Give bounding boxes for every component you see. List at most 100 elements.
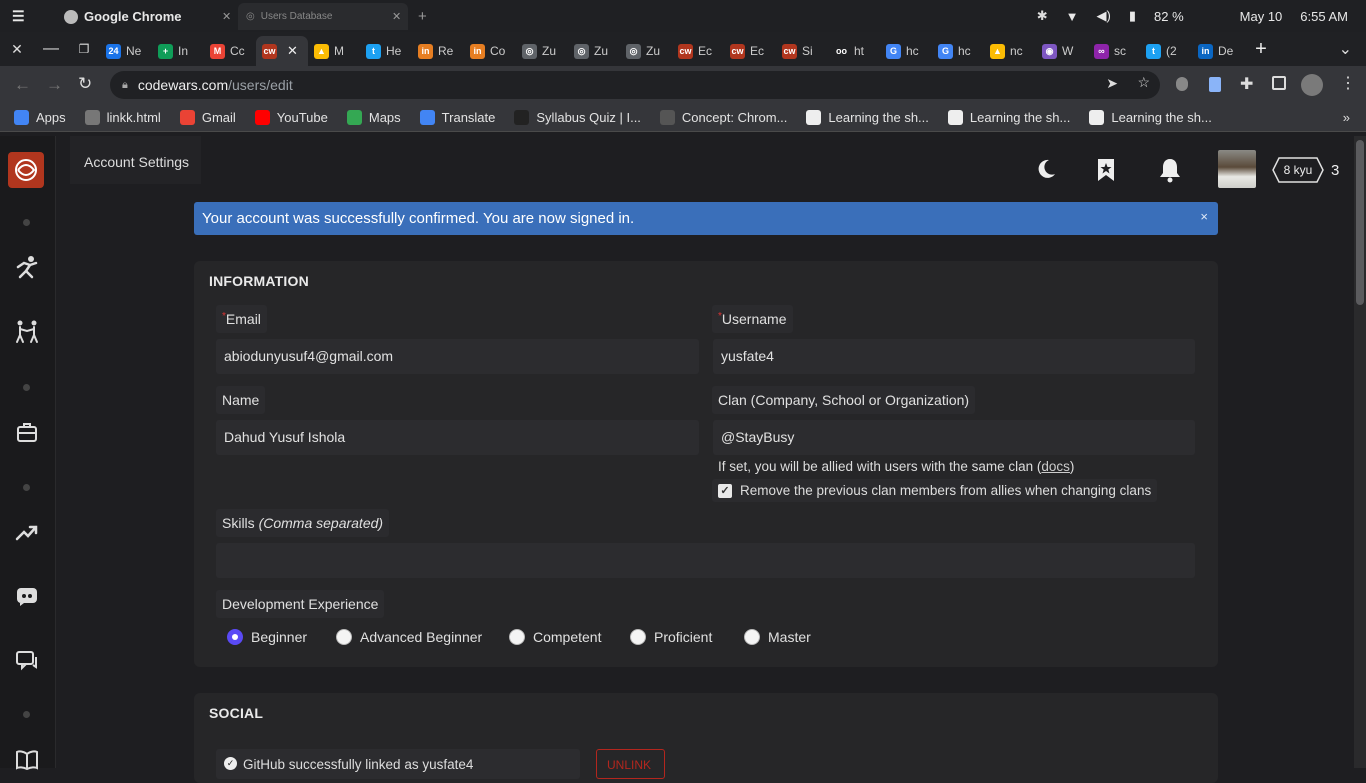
dev-experience-option[interactable]: Master bbox=[744, 629, 811, 645]
browser-tab[interactable]: ▲ nc bbox=[984, 36, 1036, 66]
bookmark-item[interactable]: Learning the sh... bbox=[947, 110, 1070, 125]
bookmark-item[interactable]: Gmail bbox=[179, 110, 236, 125]
bookmark-star-icon[interactable]: ☆ bbox=[1137, 74, 1150, 91]
app-indicator-icon[interactable]: ✱ bbox=[1037, 8, 1048, 24]
browser-tab[interactable]: t He bbox=[360, 36, 412, 66]
forward-button[interactable]: → bbox=[46, 75, 63, 95]
browser-tab[interactable]: cw Si bbox=[776, 36, 828, 66]
minimize-icon[interactable]: — bbox=[34, 40, 68, 58]
browser-tab[interactable]: Ghc bbox=[932, 36, 984, 66]
briefcase-icon[interactable] bbox=[13, 418, 41, 446]
bookmark-item[interactable]: Learning the sh... bbox=[1089, 110, 1212, 125]
side-panel-icon[interactable] bbox=[1272, 76, 1286, 90]
bookmarks-button[interactable] bbox=[1097, 158, 1115, 182]
remove-allies-option[interactable]: ✓ Remove the previous clan members from … bbox=[712, 479, 1158, 502]
close-tab-icon[interactable]: ✕ bbox=[287, 43, 298, 59]
clan-field[interactable]: @StayBusy bbox=[713, 420, 1195, 455]
dark-mode-toggle[interactable] bbox=[1035, 158, 1057, 180]
new-window-icon[interactable]: + bbox=[418, 8, 427, 25]
new-tab-button[interactable]: + bbox=[1244, 38, 1278, 61]
bookmark-item[interactable]: YouTube bbox=[254, 110, 328, 125]
name-field[interactable]: Dahud Yusuf Ishola bbox=[216, 420, 699, 455]
discord-icon[interactable] bbox=[13, 583, 41, 611]
back-button[interactable]: ← bbox=[14, 75, 31, 95]
browser-tab[interactable]: 24 Ne bbox=[100, 36, 152, 66]
bookmark-item[interactable]: Apps bbox=[14, 110, 66, 125]
send-icon[interactable]: ➤ bbox=[1106, 75, 1118, 92]
browser-tab[interactable]: in Co bbox=[464, 36, 516, 66]
dev-experience-option[interactable]: Advanced Beginner bbox=[336, 629, 482, 645]
puzzle-icon[interactable]: ✚ bbox=[1240, 74, 1253, 94]
radio-button[interactable] bbox=[509, 629, 525, 645]
browser-tab[interactable]: in Re bbox=[412, 36, 464, 66]
close-window-icon[interactable]: ✕ bbox=[222, 10, 231, 23]
bookmark-item[interactable]: Translate bbox=[419, 110, 495, 125]
information-section: INFORMATION *Email abiodunyusuf4@gmail.c… bbox=[194, 261, 1218, 667]
browser-tab[interactable]: + In bbox=[152, 36, 204, 66]
app-menu[interactable]: ☰ bbox=[12, 8, 25, 25]
radio-button[interactable] bbox=[227, 629, 243, 645]
wifi-icon[interactable]: ▼ bbox=[1066, 9, 1079, 24]
profile-avatar[interactable] bbox=[1301, 74, 1323, 96]
tab-title: Cc bbox=[230, 44, 245, 58]
browser-tab[interactable]: oo ht bbox=[828, 36, 880, 66]
bookmark-item[interactable]: Concept: Chrom... bbox=[659, 110, 787, 125]
user-avatar[interactable] bbox=[1218, 150, 1256, 188]
radio-button[interactable] bbox=[744, 629, 760, 645]
close-banner-button[interactable]: × bbox=[1200, 209, 1208, 224]
reload-button[interactable]: ↻ bbox=[78, 74, 92, 94]
battery-icon[interactable]: ▮ bbox=[1129, 8, 1136, 24]
browser-tab[interactable]: ◎ Zu bbox=[620, 36, 672, 66]
browser-tab[interactable]: ◎ Zu bbox=[516, 36, 568, 66]
bookmark-item[interactable]: Maps bbox=[346, 110, 401, 125]
tab-favicon-icon: G bbox=[886, 43, 901, 59]
bookmark-item[interactable]: Learning the sh... bbox=[806, 110, 929, 125]
docs-link[interactable]: docs bbox=[1041, 459, 1070, 474]
bookmark-favicon-icon bbox=[947, 110, 963, 125]
dev-experience-option[interactable]: Competent bbox=[509, 629, 601, 645]
browser-tab[interactable]: cw Ec bbox=[672, 36, 724, 66]
browser-tab[interactable]: Ghc bbox=[880, 36, 932, 66]
extension-icon[interactable] bbox=[1209, 77, 1221, 92]
bookmark-item[interactable]: linkk.html bbox=[84, 110, 161, 125]
remove-allies-checkbox[interactable]: ✓ bbox=[718, 483, 732, 498]
rank-badge[interactable]: 8 kyu bbox=[1272, 157, 1324, 183]
practice-icon[interactable] bbox=[13, 254, 41, 282]
browser-tab[interactable]: cw Ec bbox=[724, 36, 776, 66]
browser-tab[interactable]: ▲ M bbox=[308, 36, 360, 66]
dev-experience-option[interactable]: Proficient bbox=[630, 629, 712, 645]
browser-tab[interactable]: ∞ sc bbox=[1088, 36, 1140, 66]
scrollbar-thumb[interactable] bbox=[1356, 140, 1364, 305]
discussions-icon[interactable] bbox=[13, 647, 41, 675]
address-bar[interactable]: 🔒︎ codewars.com/users/edit ➤ ☆ bbox=[110, 71, 1160, 99]
unlink-github-button[interactable]: UNLINK bbox=[596, 749, 665, 779]
email-field[interactable]: abiodunyusuf4@gmail.com bbox=[216, 339, 699, 374]
leaderboard-trend-icon[interactable] bbox=[13, 519, 41, 547]
browser-tab[interactable]: t (2 bbox=[1140, 36, 1192, 66]
radio-button[interactable] bbox=[630, 629, 646, 645]
skills-field[interactable] bbox=[216, 543, 1195, 578]
dev-experience-option[interactable]: Beginner bbox=[227, 629, 307, 645]
kebab-menu-icon[interactable]: ⋮ bbox=[1340, 73, 1356, 93]
tab-search-icon[interactable]: ⌄ bbox=[1339, 39, 1352, 59]
close-window-icon[interactable]: ✕ bbox=[0, 41, 34, 58]
username-field[interactable]: yusfate4 bbox=[713, 339, 1195, 374]
browser-tab[interactable]: cw ✕ bbox=[256, 36, 308, 66]
docs-book-icon[interactable] bbox=[13, 746, 41, 774]
codewars-logo[interactable] bbox=[8, 152, 44, 188]
browser-tab[interactable]: in De bbox=[1192, 36, 1244, 66]
browser-tab[interactable]: ◎ Zu bbox=[568, 36, 620, 66]
notifications-button[interactable] bbox=[1158, 157, 1182, 183]
volume-icon[interactable]: ◀) bbox=[1097, 8, 1111, 24]
bookmark-item[interactable]: Syllabus Quiz | I... bbox=[514, 110, 641, 125]
kumite-icon[interactable] bbox=[13, 318, 41, 346]
restore-icon[interactable]: ❐ bbox=[68, 42, 100, 56]
browser-tab[interactable]: M Cc bbox=[204, 36, 256, 66]
extension-icon[interactable] bbox=[1176, 77, 1188, 91]
window-chrome[interactable]: Google Chrome bbox=[56, 3, 236, 30]
more-bookmarks-icon[interactable]: » bbox=[1343, 110, 1350, 125]
radio-button[interactable] bbox=[336, 629, 352, 645]
window-users-database[interactable]: ◎ Users Database bbox=[238, 3, 408, 30]
browser-tab[interactable]: ◉ W bbox=[1036, 36, 1088, 66]
close-window-icon[interactable]: ✕ bbox=[392, 10, 401, 23]
